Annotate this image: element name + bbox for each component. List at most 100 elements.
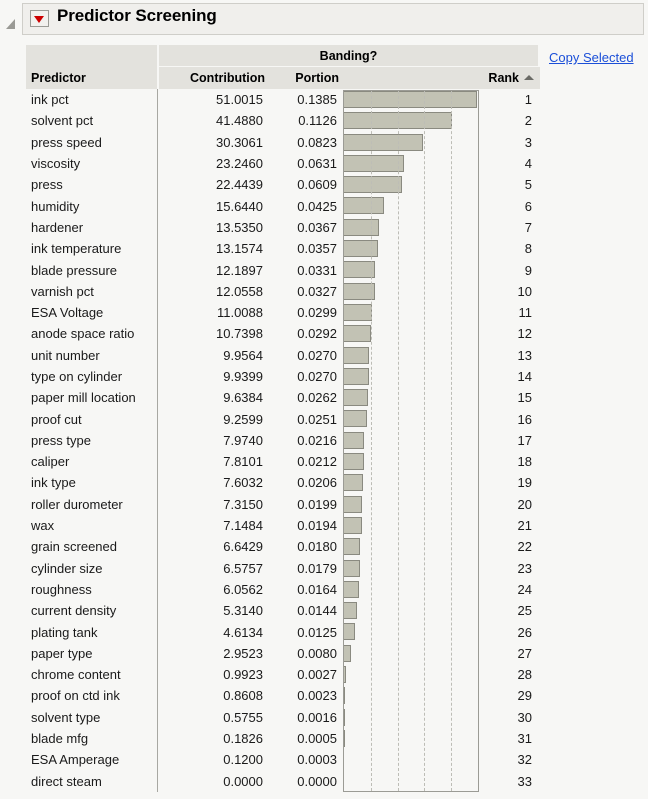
header-contribution[interactable]: Contribution: [159, 67, 271, 89]
cell-bar-cell: [343, 217, 479, 238]
table-row[interactable]: wax 7.1484 0.0194 21: [26, 514, 540, 537]
bar: [343, 91, 477, 108]
table-row[interactable]: caliper 7.8101 0.0212 18: [26, 451, 540, 473]
cell-contribution: 7.3150: [223, 496, 263, 512]
cell-contribution: 2.9523: [223, 645, 263, 661]
table-row[interactable]: blade pressure 12.1897 0.0331 9: [26, 259, 540, 281]
table-row[interactable]: proof cut 9.2599 0.0251 16: [26, 408, 540, 430]
cell-predictor: proof on ctd ink: [31, 688, 120, 704]
cell-rank: 27: [517, 645, 532, 661]
table-row[interactable]: anode space ratio 10.7398 0.0292 12: [26, 323, 540, 345]
cell-portion: 0.0270: [297, 347, 337, 363]
table-row[interactable]: roughness 6.0562 0.0164 24: [26, 578, 540, 601]
cell-predictor: cylinder size: [31, 560, 103, 576]
cell-portion: 0.0331: [297, 262, 337, 278]
cell-bar-cell: [343, 664, 479, 685]
table-row[interactable]: paper type 2.9523 0.0080 27: [26, 642, 540, 665]
disclosure-menu-button[interactable]: [30, 10, 49, 27]
cell-contribution: 0.0000: [223, 773, 263, 789]
table-row[interactable]: humidity 15.6440 0.0425 6: [26, 195, 540, 217]
cell-predictor: paper mill location: [31, 390, 136, 406]
cell-bar-cell: [343, 536, 479, 557]
table-row[interactable]: solvent type 0.5755 0.0016 30: [26, 706, 540, 728]
cell-contribution: 13.5350: [216, 219, 263, 235]
cell-predictor: plating tank: [31, 624, 98, 640]
cell-portion: 0.0080: [297, 645, 337, 661]
bar: [343, 154, 405, 172]
header-portion[interactable]: Portion: [271, 67, 345, 89]
table-row[interactable]: paper mill location 9.6384 0.0262 15: [26, 387, 540, 409]
cell-bar-cell: [343, 558, 479, 579]
cell-contribution: 7.1484: [223, 518, 263, 534]
table-row[interactable]: grain screened 6.6429 0.0180 22: [26, 536, 540, 558]
bar: [343, 240, 378, 258]
bar: [343, 580, 359, 598]
table-header-row: Predictor Contribution Portion Rank: [26, 67, 540, 89]
table-row[interactable]: press speed 30.3061 0.0823 3: [26, 131, 540, 153]
cell-rank: 33: [517, 773, 532, 789]
cell-bar-cell: [343, 685, 479, 706]
bar: [343, 602, 357, 620]
table-row[interactable]: roller durometer 7.3150 0.0199 20: [26, 493, 540, 515]
table-row[interactable]: varnish pct 12.0558 0.0327 10: [26, 280, 540, 302]
table-row[interactable]: proof on ctd ink 0.8608 0.0023 29: [26, 685, 540, 707]
bar: [343, 218, 379, 236]
cell-contribution: 5.3140: [223, 603, 263, 619]
table-row[interactable]: press 22.4439 0.0609 5: [26, 174, 540, 196]
cell-rank: 26: [517, 624, 532, 640]
cell-predictor: press: [31, 177, 63, 193]
cell-predictor: unit number: [31, 347, 100, 363]
cell-predictor: proof cut: [31, 411, 82, 427]
cell-rank: 14: [517, 369, 532, 384]
cell-rank: 16: [517, 411, 532, 427]
table-row[interactable]: type on cylinder 9.9399 0.0270 14: [26, 365, 540, 388]
bar: [343, 729, 345, 747]
cell-bar-cell: [343, 728, 479, 749]
outline-triangle-icon[interactable]: [6, 19, 15, 29]
table-row[interactable]: plating tank 4.6134 0.0125 26: [26, 621, 540, 643]
table-row[interactable]: ESA Voltage 11.0088 0.0299 11: [26, 301, 540, 324]
cell-portion: 0.0125: [297, 624, 337, 640]
header-rank[interactable]: Rank: [481, 67, 540, 89]
cell-bar-cell: [343, 579, 479, 600]
cell-bar-cell: [343, 174, 479, 195]
table-row[interactable]: press type 7.9740 0.0216 17: [26, 429, 540, 452]
cell-rank: 17: [517, 432, 532, 448]
table-row[interactable]: ESA Amperage 0.1200 0.0003 32: [26, 749, 540, 771]
bar: [343, 453, 364, 471]
cell-portion: 0.0003: [297, 752, 337, 768]
table-row[interactable]: solvent pct 41.4880 0.1126 2: [26, 110, 540, 132]
cell-predictor: type on cylinder: [31, 369, 123, 384]
table-row[interactable]: unit number 9.9564 0.0270 13: [26, 344, 540, 366]
cell-predictor: anode space ratio: [31, 326, 135, 342]
table-row[interactable]: blade mfg 0.1826 0.0005 31: [26, 727, 540, 750]
copy-selected-link[interactable]: Copy Selected: [549, 50, 634, 65]
cell-bar-cell: [343, 281, 479, 302]
table-row[interactable]: ink temperature 13.1574 0.0357 8: [26, 238, 540, 260]
cell-rank: 21: [517, 518, 532, 534]
table-row[interactable]: ink type 7.6032 0.0206 19: [26, 472, 540, 494]
cell-contribution: 11.0088: [216, 305, 263, 321]
cell-predictor: current density: [31, 603, 117, 619]
table-row[interactable]: current density 5.3140 0.0144 25: [26, 600, 540, 622]
cell-portion: 0.0027: [297, 667, 337, 683]
cell-predictor: solvent pct: [31, 113, 94, 129]
cell-rank: 11: [518, 305, 533, 321]
table-row[interactable]: direct steam 0.0000 0.0000 33: [26, 770, 540, 792]
table-row[interactable]: cylinder size 6.5757 0.0179 23: [26, 557, 540, 579]
cell-rank: 32: [517, 752, 532, 768]
cell-contribution: 6.6429: [223, 539, 263, 555]
cell-bar-cell: [343, 749, 479, 770]
header-predictor[interactable]: Predictor: [26, 67, 157, 89]
cell-contribution: 6.0562: [223, 581, 263, 597]
table-row[interactable]: chrome content 0.9923 0.0027 28: [26, 664, 540, 686]
cell-contribution: 7.6032: [223, 475, 263, 491]
bar: [343, 666, 346, 684]
cell-predictor: blade pressure: [31, 262, 117, 278]
page-title: Predictor Screening: [57, 6, 217, 25]
table-row[interactable]: viscosity 23.2460 0.0631 4: [26, 152, 540, 175]
table-row[interactable]: hardener 13.5350 0.0367 7: [26, 216, 540, 239]
table-row[interactable]: ink pct 51.0015 0.1385 1: [26, 89, 540, 111]
cell-rank: 25: [517, 603, 532, 619]
cell-contribution: 0.8608: [223, 688, 263, 704]
